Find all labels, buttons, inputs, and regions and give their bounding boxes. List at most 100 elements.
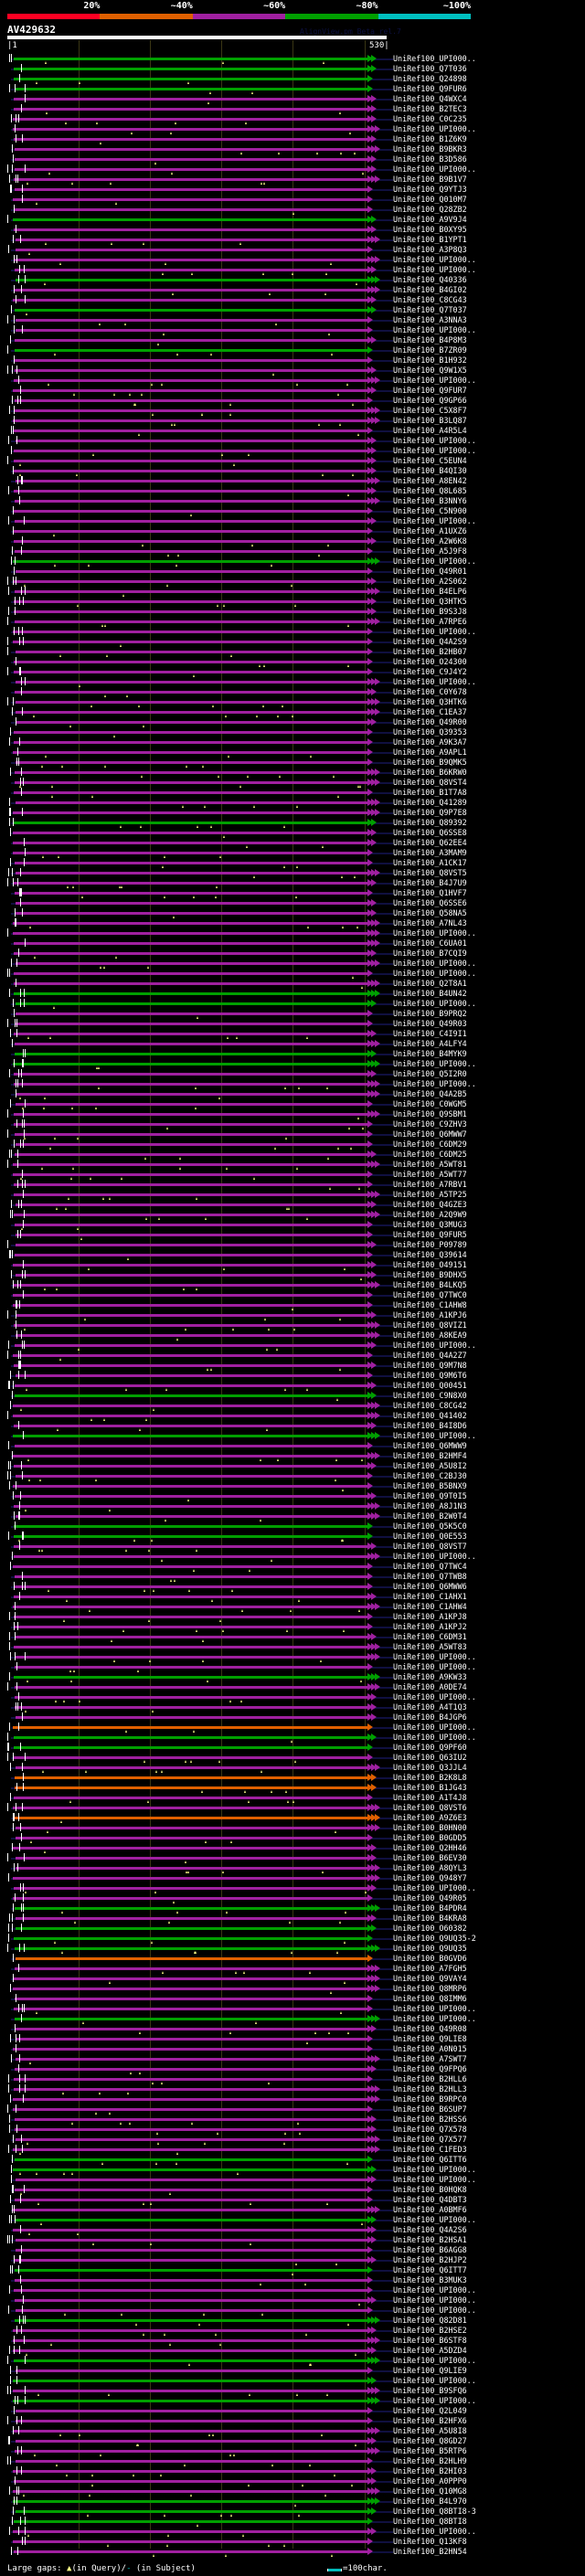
subject-label[interactable]: UniRef100_Q89392 [393,818,467,828]
alignment-row[interactable]: UniRef100_B6AGG8 [0,2245,585,2255]
alignment-row[interactable]: UniRef100_A0BMF6 [0,2205,585,2215]
subject-label[interactable]: UniRef100_Q4A2S6 [393,2225,467,2235]
subject-label[interactable]: UniRef100_Q2L049 [393,2406,467,2416]
subject-label[interactable]: UniRef100_B5RTP6 [393,2446,467,2456]
subject-label[interactable]: UniRef100_O60382 [393,1924,467,1934]
alignment-row[interactable]: UniRef100_O60382 [0,1924,585,1934]
subject-label[interactable]: UniRef100_C1AHW8 [393,1300,467,1310]
alignment-row[interactable]: UniRef100_C6DM29 [0,1140,585,1150]
subject-label[interactable]: UniRef100_B6STF8 [393,2336,467,2346]
subject-label[interactable]: UniRef100_Q49R03 [393,1019,467,1029]
subject-label[interactable]: UniRef100_Q8L685 [393,486,467,496]
subject-label[interactable]: UniRef100_B2HSA1 [393,2235,467,2245]
subject-label[interactable]: UniRef100_Q7TWC0 [393,1290,467,1300]
subject-label[interactable]: UniRef100_B2HB07 [393,647,467,657]
subject-label[interactable]: UniRef100_C9ZHV3 [393,1119,467,1129]
subject-label[interactable]: UniRef100_Q49R08 [393,2024,467,2034]
alignment-row[interactable]: UniRef100_A4LFY4 [0,1039,585,1049]
alignment-row[interactable]: UniRef100_Q9VAY4 [0,1974,585,1984]
subject-label[interactable]: UniRef100_Q7X577 [393,2135,467,2145]
alignment-row[interactable]: UniRef100_B3D586 [0,154,585,164]
subject-label[interactable]: UniRef100_A9KW33 [393,1672,467,1682]
alignment-row[interactable]: UniRef100_Q9GP66 [0,396,585,406]
alignment-row[interactable]: UniRef100_A5DZD4 [0,2346,585,2356]
alignment-row[interactable]: UniRef100_B4PDR4 [0,1903,585,1913]
subject-label[interactable]: UniRef100_UPI000.. [393,1723,476,1733]
subject-label[interactable]: UniRef100_Q8VST5 [393,868,467,878]
subject-label[interactable]: UniRef100_A5TP25 [393,1190,467,1200]
subject-label[interactable]: UniRef100_A4R5L4 [393,426,467,436]
alignment-row[interactable]: UniRef100_B1YPT1 [0,235,585,245]
alignment-row[interactable]: UniRef100_A2W6K8 [0,536,585,546]
subject-label[interactable]: UniRef100_B0XY95 [393,225,467,235]
alignment-row[interactable]: UniRef100_A1KPJ6 [0,1310,585,1320]
alignment-row[interactable]: UniRef100_A3NNA3 [0,315,585,325]
subject-label[interactable]: UniRef100_Q28ZB2 [393,205,467,215]
subject-label[interactable]: UniRef100_B9BKR3 [393,144,467,154]
alignment-row[interactable]: UniRef100_Q1HVF7 [0,888,585,898]
alignment-row[interactable]: UniRef100_Q7TWC0 [0,1290,585,1300]
subject-label[interactable]: UniRef100_C5EUN4 [393,456,467,466]
subject-label[interactable]: UniRef100_UPI000.. [393,2014,476,2024]
subject-label[interactable]: UniRef100_Q6MWW6 [393,1582,467,1592]
alignment-row[interactable]: UniRef100_A7NL43 [0,918,585,928]
alignment-row[interactable]: UniRef100_B6KRW0 [0,768,585,778]
subject-label[interactable]: UniRef100_UPI000.. [393,1431,476,1441]
subject-label[interactable]: UniRef100_Q7TWB8 [393,1572,467,1582]
subject-label[interactable]: UniRef100_UPI000.. [393,255,476,265]
alignment-row[interactable]: UniRef100_B4LKQ5 [0,1280,585,1290]
subject-label[interactable]: UniRef100_Q2HH46 [393,1843,467,1853]
alignment-row[interactable]: UniRef100_Q9FPQ6 [0,2064,585,2074]
subject-label[interactable]: UniRef100_B3LQ87 [393,416,467,426]
subject-label[interactable]: UniRef100_A1UXZ6 [393,526,467,536]
alignment-row[interactable]: UniRef100_Q39353 [0,727,585,737]
subject-label[interactable]: UniRef100_B9S3J8 [393,607,467,617]
alignment-row[interactable]: UniRef100_C2BJ30 [0,1471,585,1481]
alignment-row[interactable]: UniRef100_Q41402 [0,1411,585,1421]
subject-label[interactable]: UniRef100_Q8BTI8-3 [393,2507,476,2517]
subject-label[interactable]: UniRef100_A7NL43 [393,918,467,928]
alignment-row[interactable]: UniRef100_UPI000.. [0,959,585,969]
alignment-row[interactable]: UniRef100_A5J9F8 [0,546,585,557]
alignment-row[interactable]: UniRef100_UPI000.. [0,969,585,979]
subject-label[interactable]: UniRef100_C6UA01 [393,938,467,949]
subject-label[interactable]: UniRef100_UPI000.. [393,1059,476,1069]
subject-label[interactable]: UniRef100_UPI000.. [393,627,476,637]
alignment-row[interactable]: UniRef100_A0PPP0 [0,2476,585,2486]
alignment-row[interactable]: UniRef100_B2HLH9 [0,2456,585,2466]
subject-label[interactable]: UniRef100_Q9P7E8 [393,808,467,818]
subject-label[interactable]: UniRef100_Q9FUR6 [393,84,467,94]
subject-label[interactable]: UniRef100_B6SUP7 [393,2104,467,2115]
subject-label[interactable]: UniRef100_A9V9J4 [393,215,467,225]
alignment-row[interactable]: UniRef100_Q8VST5 [0,868,585,878]
alignment-row[interactable]: UniRef100_B9B1V7 [0,175,585,185]
alignment-row[interactable]: UniRef100_Q2T8A1 [0,979,585,989]
subject-label[interactable]: UniRef100_B1H932 [393,355,467,366]
subject-label[interactable]: UniRef100_A0PPP0 [393,2476,467,2486]
alignment-row[interactable]: UniRef100_Q7X577 [0,2135,585,2145]
subject-label[interactable]: UniRef100_UPI000.. [393,557,476,567]
alignment-row[interactable]: UniRef100_A4T1Q3 [0,1702,585,1712]
alignment-row[interactable]: UniRef100_B0HN00 [0,1823,585,1833]
subject-label[interactable]: UniRef100_A1KPJ2 [393,1622,467,1632]
alignment-row[interactable]: UniRef100_Q4A2B5 [0,1089,585,1099]
subject-label[interactable]: UniRef100_Q9UQ35-2 [393,1934,476,1944]
alignment-row[interactable]: UniRef100_UPI000.. [0,2165,585,2175]
subject-label[interactable]: UniRef100_A7RPE6 [393,617,467,627]
alignment-row[interactable]: UniRef100_C9J4Y2 [0,667,585,677]
subject-label[interactable]: UniRef100_Q82D81 [393,2316,467,2326]
subject-label[interactable]: UniRef100_B4I8D6 [393,1421,467,1431]
alignment-row[interactable]: UniRef100_C5N900 [0,506,585,516]
subject-label[interactable]: UniRef100_Q9LIE9 [393,2366,467,2376]
subject-label[interactable]: UniRef100_Q58NA5 [393,908,467,918]
subject-label[interactable]: UniRef100_UPI000.. [393,969,476,979]
alignment-row[interactable]: UniRef100_UPI000.. [0,325,585,335]
alignment-row[interactable]: UniRef100_C0C235 [0,114,585,124]
alignment-row[interactable]: UniRef100_Q49R00 [0,717,585,727]
alignment-row[interactable]: UniRef100_A8J1N3 [0,1501,585,1511]
subject-label[interactable]: UniRef100_UPI000.. [393,1652,476,1662]
subject-label[interactable]: UniRef100_Q49R05 [393,1893,467,1903]
alignment-row[interactable]: UniRef100_A7RPE6 [0,617,585,627]
subject-label[interactable]: UniRef100_B2HSS6 [393,2115,467,2125]
subject-label[interactable]: UniRef100_A0BMF6 [393,2205,467,2215]
